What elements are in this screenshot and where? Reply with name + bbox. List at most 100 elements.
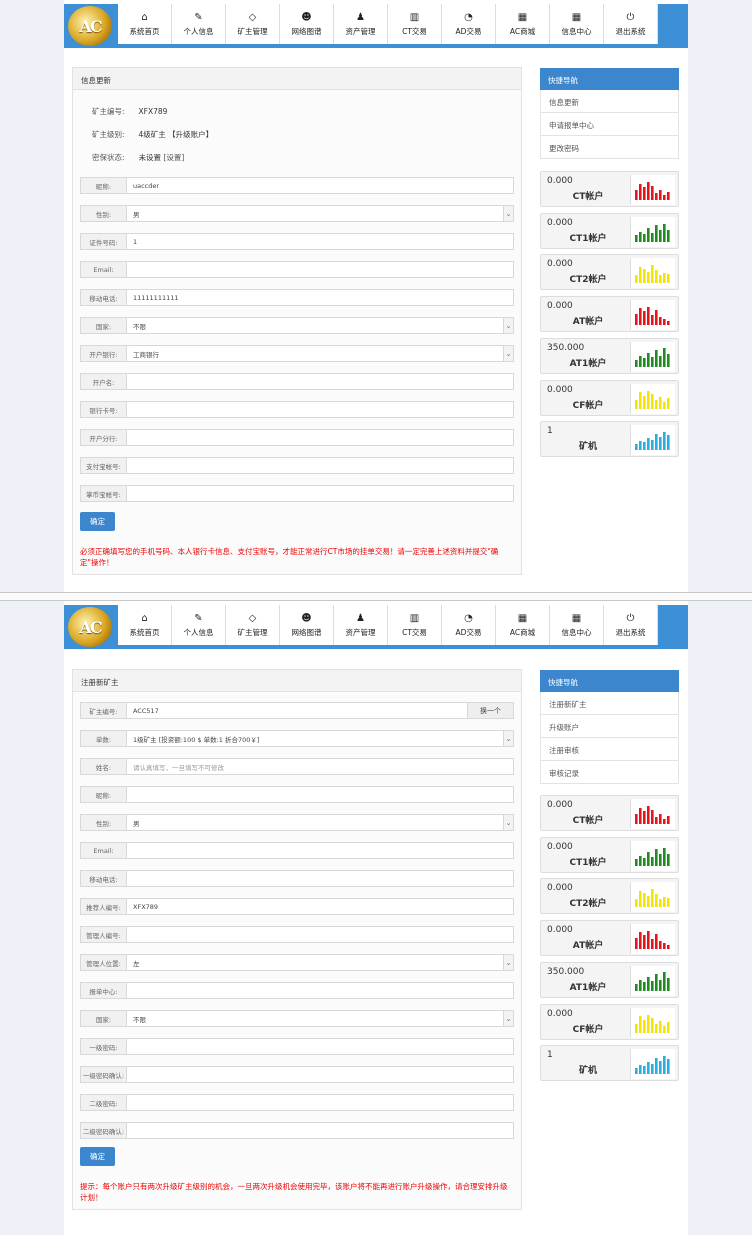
- field-input[interactable]: [127, 402, 513, 417]
- nav-item[interactable]: ♟ 资产管理: [334, 605, 388, 645]
- sparkline-bar: [651, 856, 654, 866]
- account-card[interactable]: 350.000 AT1帐户: [540, 337, 679, 374]
- field-select[interactable]: 左: [127, 955, 503, 970]
- nav-item[interactable]: ☻ 网络图谱: [280, 605, 334, 645]
- field-select[interactable]: 工商银行: [127, 346, 503, 361]
- quick-nav-item-info-update[interactable]: 信息更新: [540, 90, 679, 113]
- account-card[interactable]: 350.000 AT1帐户: [540, 961, 679, 998]
- sparkline-bar: [663, 195, 666, 200]
- confirm-button[interactable]: 确定: [80, 1147, 115, 1166]
- field-select[interactable]: 1级矿主 [投资额:100 $ 单数:1 折合700￥]: [127, 731, 503, 746]
- field-label: 开户分行:: [81, 430, 127, 445]
- regenerate-id-button[interactable]: 换一个: [467, 703, 513, 718]
- account-card[interactable]: 0.000 CT2帐户: [540, 878, 679, 915]
- sparkline-bar: [655, 1023, 658, 1033]
- nav-item[interactable]: ▦ AC商城: [496, 605, 550, 645]
- nav-item[interactable]: ✎ 个人信息: [172, 605, 226, 645]
- nav-item[interactable]: ◔ AD交易: [442, 605, 496, 645]
- nav-item[interactable]: ⏻ 退出系统: [604, 605, 658, 645]
- sparkline-bar: [655, 224, 658, 242]
- quick-nav-item-review-records[interactable]: 审核记录: [540, 761, 679, 784]
- account-card[interactable]: 0.000 AT帐户: [540, 920, 679, 957]
- nav-item[interactable]: ✎ 个人信息: [172, 4, 226, 44]
- field-input[interactable]: [127, 458, 513, 473]
- field-input[interactable]: ACC517: [127, 703, 467, 718]
- nav-item[interactable]: ▦ AC商城: [496, 4, 550, 44]
- account-card[interactable]: 0.000 CF帐户: [540, 1003, 679, 1040]
- account-card[interactable]: 1 矿机: [540, 1045, 679, 1082]
- quick-nav-item-change-password[interactable]: 更改密码: [540, 136, 679, 159]
- field-input[interactable]: [127, 1039, 513, 1054]
- chevron-down-icon[interactable]: ⌄: [503, 955, 513, 970]
- sparkline-chart-icon: [630, 840, 675, 871]
- account-card[interactable]: 0.000 CF帐户: [540, 379, 679, 416]
- field-input[interactable]: [127, 871, 513, 886]
- nav-item[interactable]: ▥ CT交易: [388, 605, 442, 645]
- quick-nav-item-register[interactable]: 注册新矿主: [540, 692, 679, 715]
- field-input[interactable]: 11111111111: [127, 290, 513, 305]
- chevron-down-icon[interactable]: ⌄: [503, 815, 513, 830]
- account-name: CT帐户: [572, 192, 604, 202]
- chevron-down-icon[interactable]: ⌄: [503, 1011, 513, 1026]
- field-input[interactable]: XFX789: [127, 899, 513, 914]
- nav-item[interactable]: ▥ CT交易: [388, 4, 442, 44]
- field-input[interactable]: 1: [127, 234, 513, 249]
- quick-nav-item-upgrade[interactable]: 升级账户: [540, 715, 679, 738]
- account-card[interactable]: 0.000 CT帐户: [540, 795, 679, 831]
- sparkline-bar: [647, 896, 650, 908]
- field-input[interactable]: [127, 1067, 513, 1082]
- nav-item[interactable]: ▦ 信息中心: [550, 4, 604, 44]
- field-input[interactable]: [127, 983, 513, 998]
- nav-item[interactable]: ◇ 矿主管理: [226, 4, 280, 44]
- sparkline-bar: [639, 184, 642, 200]
- field-input[interactable]: [127, 430, 513, 445]
- bar-chart-icon: ▥: [409, 612, 420, 624]
- field-input[interactable]: [127, 1123, 513, 1138]
- logo[interactable]: AC: [68, 6, 112, 46]
- field-input-placeholder[interactable]: 请认真填写，一旦填写不可修改: [127, 759, 513, 774]
- nav-item-label: 信息中心: [561, 627, 592, 637]
- sparkline-bar: [635, 190, 638, 200]
- field-select[interactable]: 男: [127, 206, 503, 221]
- field-select[interactable]: 不限: [127, 318, 503, 333]
- account-card[interactable]: 0.000 CT1帐户: [540, 836, 679, 873]
- quick-nav-item-register-review[interactable]: 注册审核: [540, 738, 679, 761]
- field-input[interactable]: [127, 1095, 513, 1110]
- home-icon: ⌂: [141, 11, 148, 23]
- nav-item-label: AD交易: [455, 26, 482, 36]
- field-select[interactable]: 男: [127, 815, 503, 830]
- field-input[interactable]: [127, 787, 513, 802]
- nav-item[interactable]: ◇ 矿主管理: [226, 605, 280, 645]
- chevron-down-icon[interactable]: ⌄: [503, 318, 513, 333]
- set-security-link[interactable]: [设置]: [163, 153, 184, 162]
- field-input[interactable]: [127, 262, 513, 277]
- quick-nav-item-apply-center[interactable]: 申请报单中心: [540, 113, 679, 136]
- nav-item[interactable]: ⌂ 系统首页: [118, 4, 172, 44]
- sparkline-bar: [663, 273, 666, 284]
- chevron-down-icon[interactable]: ⌄: [503, 206, 513, 221]
- field-label: Email:: [81, 262, 127, 277]
- chevron-down-icon[interactable]: ⌄: [503, 346, 513, 361]
- field-input[interactable]: [127, 843, 513, 858]
- confirm-button[interactable]: 确定: [80, 512, 115, 531]
- account-card[interactable]: 0.000 CT帐户: [540, 171, 679, 207]
- nav-item[interactable]: ▦ 信息中心: [550, 605, 604, 645]
- account-card[interactable]: 1 矿机: [540, 421, 679, 458]
- nav-item[interactable]: ☻ 网络图谱: [280, 4, 334, 44]
- field-label: 矿主编号:: [81, 703, 127, 718]
- account-card[interactable]: 0.000 CT2帐户: [540, 254, 679, 291]
- logo[interactable]: AC: [68, 607, 112, 647]
- nav-item[interactable]: ⏻ 退出系统: [604, 4, 658, 44]
- field-input[interactable]: [127, 374, 513, 389]
- nav-item[interactable]: ♟ 资产管理: [334, 4, 388, 44]
- nav-item[interactable]: ⌂ 系统首页: [118, 605, 172, 645]
- field-select[interactable]: 不限: [127, 1011, 503, 1026]
- field-input[interactable]: [127, 927, 513, 942]
- field-input[interactable]: [127, 486, 513, 501]
- account-card[interactable]: 0.000 CT1帐户: [540, 212, 679, 249]
- sparkline-bar: [651, 265, 654, 284]
- nav-item[interactable]: ◔ AD交易: [442, 4, 496, 44]
- field-input[interactable]: uaccder: [127, 178, 513, 193]
- account-card[interactable]: 0.000 AT帐户: [540, 296, 679, 333]
- chevron-down-icon[interactable]: ⌄: [503, 731, 513, 746]
